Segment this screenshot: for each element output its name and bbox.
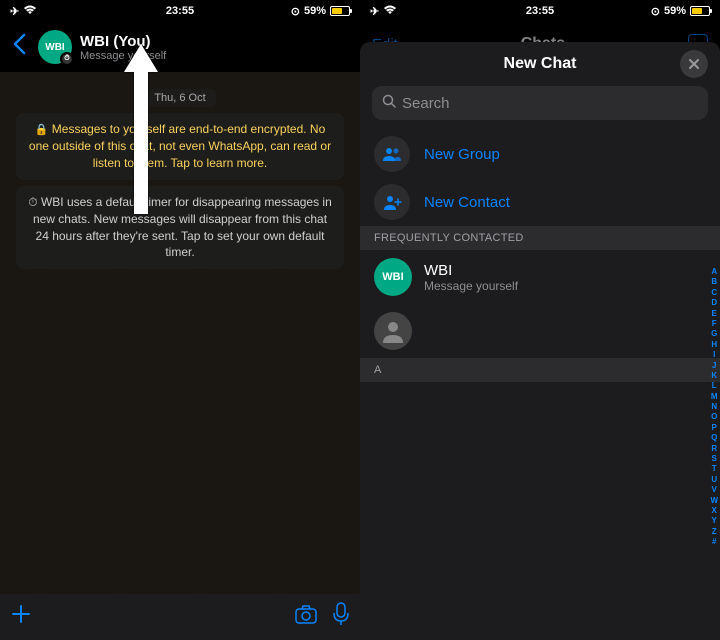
new-group-row[interactable]: New Group	[360, 130, 720, 178]
wifi-icon	[383, 5, 397, 18]
frequently-contacted-header: FREQUENTLY CONTACTED	[360, 226, 720, 250]
letter-section-header: A	[360, 358, 720, 382]
index-letter[interactable]: U	[711, 475, 717, 485]
index-letter[interactable]: X	[712, 506, 717, 516]
index-letter[interactable]: C	[711, 288, 717, 298]
new-chat-sheet: New Chat Search New Group New Conta	[360, 42, 720, 640]
disappearing-timer-notice[interactable]: ⏱ WBI uses a default timer for disappear…	[16, 186, 344, 269]
encryption-notice[interactable]: 🔒 Messages to yourself are end-to-end en…	[16, 113, 344, 180]
message-composer	[0, 594, 360, 640]
index-letter[interactable]: B	[711, 277, 717, 287]
index-letter[interactable]: V	[712, 485, 717, 495]
index-letter[interactable]: G	[711, 329, 717, 339]
new-contact-label: New Contact	[424, 194, 510, 211]
annotation-arrow-up	[116, 44, 166, 219]
contact-row-blank[interactable]	[360, 304, 720, 358]
index-letter[interactable]: R	[711, 444, 717, 454]
battery-icon	[690, 6, 710, 16]
battery-percent: 59%	[304, 5, 326, 17]
index-letter[interactable]: Q	[711, 433, 717, 443]
mic-button[interactable]	[332, 602, 350, 632]
index-letter[interactable]: E	[712, 309, 717, 319]
index-letter[interactable]: Z	[712, 527, 717, 537]
index-letter[interactable]: P	[712, 423, 717, 433]
index-letter[interactable]: Y	[712, 516, 717, 526]
chat-screen: ✈ 23:55 ⊙ 59% WBI ⏱ WBI (You) Message yo…	[0, 0, 360, 640]
new-group-label: New Group	[424, 146, 500, 163]
clock: 23:55	[526, 5, 554, 17]
alarm-icon: ⊙	[651, 5, 660, 18]
index-letter[interactable]: H	[711, 340, 717, 350]
index-letter[interactable]: T	[712, 464, 717, 474]
sheet-header: New Chat	[360, 42, 720, 86]
alarm-icon: ⊙	[291, 5, 300, 18]
sheet-title: New Chat	[504, 55, 577, 73]
back-button[interactable]	[8, 33, 30, 62]
contact-row-wbi[interactable]: WBI WBI Message yourself	[360, 250, 720, 304]
add-contact-icon	[374, 184, 410, 220]
group-icon	[374, 136, 410, 172]
date-pill: Thu, 6 Oct	[16, 88, 344, 107]
attach-button[interactable]	[10, 603, 32, 631]
index-letter[interactable]: D	[711, 298, 717, 308]
status-bar: ✈ 23:55 ⊙ 59%	[0, 0, 360, 22]
wbi-avatar: WBI	[374, 258, 412, 296]
search-placeholder: Search	[402, 95, 450, 112]
clock: 23:55	[166, 5, 194, 17]
battery-percent: 59%	[664, 5, 686, 17]
contact-name: WBI	[424, 262, 706, 279]
chat-header: WBI ⏱ WBI (You) Message yourself	[0, 22, 360, 72]
index-letter[interactable]: L	[712, 381, 717, 391]
camera-button[interactable]	[294, 604, 318, 630]
index-letter[interactable]: S	[712, 454, 717, 464]
status-bar: ✈ 23:55 ⊙ 59%	[360, 0, 720, 22]
new-contact-row[interactable]: New Contact	[360, 178, 720, 226]
search-input[interactable]: Search	[372, 86, 708, 120]
airplane-icon: ✈	[370, 5, 379, 18]
index-letter[interactable]: K	[711, 371, 717, 381]
contact-subtitle: Message yourself	[424, 279, 706, 293]
index-letter[interactable]: F	[712, 319, 717, 329]
index-letter[interactable]: J	[712, 361, 716, 371]
search-icon	[382, 94, 396, 112]
index-letter[interactable]: I	[713, 350, 715, 360]
blank-avatar	[374, 312, 412, 350]
new-chat-screen: ✈ 23:55 ⊙ 59% Edit Chats New Chat	[360, 0, 720, 640]
contact-avatar[interactable]: WBI ⏱	[38, 30, 72, 64]
timer-icon: ⏱	[28, 195, 37, 209]
index-letter[interactable]: N	[711, 402, 717, 412]
alphabet-index[interactable]: ABCDEFGHIJKLMNOPQRSTUVWXYZ#	[710, 267, 718, 548]
index-letter[interactable]: O	[711, 412, 717, 422]
lock-icon: 🔒	[35, 124, 49, 136]
index-letter[interactable]: M	[711, 392, 718, 402]
battery-icon	[330, 6, 350, 16]
index-letter[interactable]: #	[712, 537, 716, 547]
index-letter[interactable]: A	[711, 267, 717, 277]
close-button[interactable]	[680, 50, 708, 78]
timer-badge-icon: ⏱	[60, 52, 74, 66]
index-letter[interactable]: W	[710, 496, 718, 506]
airplane-icon: ✈	[10, 5, 19, 18]
chat-body: Thu, 6 Oct 🔒 Messages to yourself are en…	[0, 72, 360, 594]
wifi-icon	[23, 5, 37, 18]
